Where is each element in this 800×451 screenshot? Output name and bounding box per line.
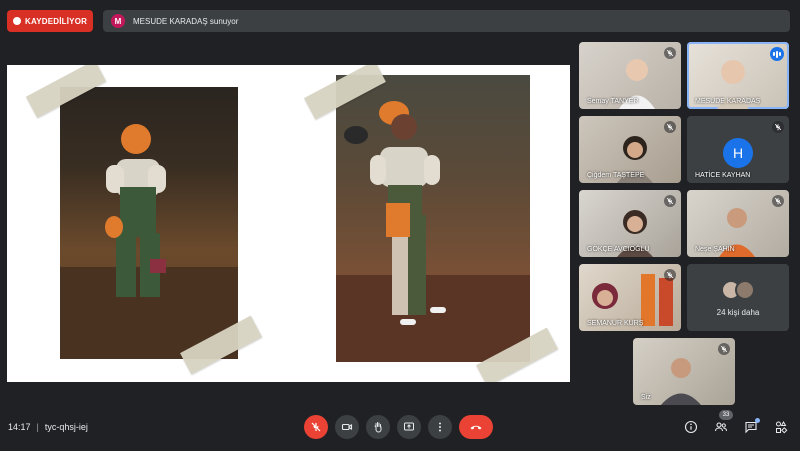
people-icon xyxy=(714,422,727,432)
more-vert-icon xyxy=(439,422,441,432)
participant-tile[interactable]: Neşe ŞAHİN xyxy=(687,190,789,257)
participant-avatar: H xyxy=(723,138,753,168)
participant-name: HATİCE KAYHAN xyxy=(695,172,751,179)
present-button[interactable] xyxy=(397,415,421,439)
chat-button[interactable] xyxy=(742,418,760,436)
meeting-code[interactable]: tyc-qhsj-iej xyxy=(45,422,88,432)
presenter-bar: M MESUDE KARADAŞ sunuyor xyxy=(103,10,790,32)
mic-off-icon xyxy=(718,343,730,355)
more-avatars xyxy=(721,280,755,300)
mic-off-icon xyxy=(772,121,784,133)
hangup-icon xyxy=(470,425,482,430)
activities-button[interactable] xyxy=(772,418,790,436)
participant-tile[interactable]: SEMANUR KURŞ xyxy=(579,264,681,331)
meeting-details-button[interactable] xyxy=(682,418,700,436)
info-icon xyxy=(684,420,698,434)
participant-tile[interactable]: Semay TANYER xyxy=(579,42,681,109)
avatar xyxy=(735,280,755,300)
participant-name: Siz xyxy=(641,394,651,401)
presenter-text: MESUDE KARADAŞ sunuyor xyxy=(133,16,239,26)
participant-tile[interactable]: GÖKÇE AVCIOĞLU xyxy=(579,190,681,257)
mic-off-icon xyxy=(772,195,784,207)
presenter-avatar: M xyxy=(111,14,125,28)
participant-name: Semay TANYER xyxy=(587,98,639,105)
participant-name: Neşe ŞAHİN xyxy=(695,246,735,253)
participant-name: SEMANUR KURŞ xyxy=(587,320,644,327)
people-button[interactable] xyxy=(712,418,730,436)
meeting-info: 14:17 | tyc-qhsj-iej xyxy=(8,422,88,432)
self-view-tile[interactable]: Siz xyxy=(633,338,735,405)
shared-slide xyxy=(7,65,570,382)
participant-tile-active-speaker[interactable]: MESUDE KARADAŞ xyxy=(687,42,789,109)
present-icon xyxy=(404,422,414,431)
leave-call-button[interactable] xyxy=(459,415,493,439)
recording-badge[interactable]: KAYDEDİLİYOR xyxy=(7,10,93,32)
mic-toggle-button[interactable] xyxy=(304,415,328,439)
unread-dot-icon xyxy=(755,418,760,423)
mic-off-icon xyxy=(664,269,676,281)
raise-hand-button[interactable] xyxy=(366,415,390,439)
participant-name: GÖKÇE AVCIOĞLU xyxy=(587,246,650,253)
camera-toggle-button[interactable] xyxy=(335,415,359,439)
participant-tile[interactable]: H HATİCE KAYHAN xyxy=(687,116,789,183)
camera-icon xyxy=(341,423,353,431)
more-participants-label: 24 kişi daha xyxy=(716,308,760,317)
speaking-indicator-icon xyxy=(770,47,784,61)
separator: | xyxy=(36,422,39,432)
mic-off-icon xyxy=(311,422,321,432)
more-participants-tile[interactable]: 24 kişi daha xyxy=(687,264,789,331)
slide-photo-right xyxy=(336,75,530,362)
mic-off-icon xyxy=(664,47,676,59)
record-dot-icon xyxy=(13,17,21,25)
slide-photo-left xyxy=(60,87,238,359)
recording-label: KAYDEDİLİYOR xyxy=(25,16,88,26)
hand-icon xyxy=(374,422,382,433)
participant-name: MESUDE KARADAŞ xyxy=(695,98,761,105)
activities-icon xyxy=(776,420,788,434)
participant-tile[interactable]: Çiğdem TAŞTEPE xyxy=(579,116,681,183)
meeting-time: 14:17 xyxy=(8,422,31,432)
control-bar xyxy=(304,415,493,439)
side-panel-buttons xyxy=(682,418,790,436)
more-options-button[interactable] xyxy=(428,415,452,439)
participant-name: Çiğdem TAŞTEPE xyxy=(587,172,645,179)
mic-off-icon xyxy=(664,121,676,133)
mic-off-icon xyxy=(664,195,676,207)
